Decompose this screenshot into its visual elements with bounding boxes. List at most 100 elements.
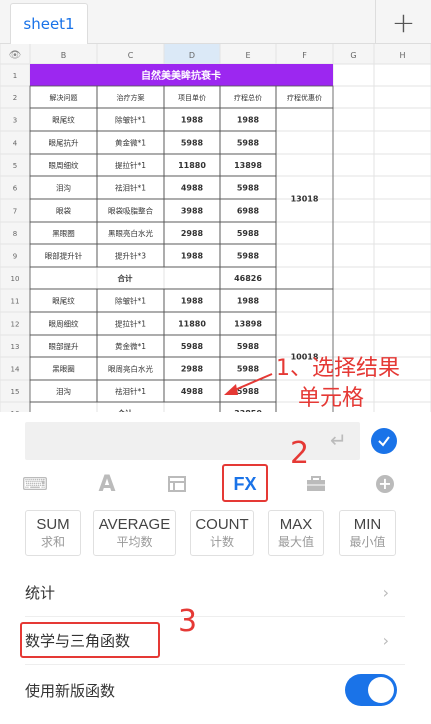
new-function-label: 使用新版函数: [25, 681, 116, 700]
quick-function-row: SUM 求和 AVERAGE 平均数 COUNT 计数 MAX 最大值 MIN …: [0, 510, 431, 558]
function-name: MIN: [353, 516, 382, 533]
function-desc: 平均数: [116, 535, 153, 549]
plus-icon[interactable]: +: [375, 0, 431, 44]
cell-text: 眼尾纹: [52, 115, 75, 125]
plus-circle-icon[interactable]: +: [373, 464, 397, 504]
total-value: 33850: [234, 409, 262, 412]
row-header-label: 7: [13, 208, 17, 216]
check-circle-icon[interactable]: [371, 428, 397, 454]
header-text: 解决问题: [50, 93, 78, 102]
column-header-label: E: [245, 51, 250, 60]
row-header-label: 11: [11, 298, 20, 306]
category-statistics[interactable]: 统计 ›: [0, 568, 431, 616]
annotation-step3: 3: [178, 604, 198, 639]
column-header-label: D: [189, 51, 195, 60]
cell-text: 除皱针*1: [115, 296, 146, 306]
cell-text: 5988: [237, 252, 260, 261]
cell-text: 3988: [181, 207, 204, 216]
cell-text: 眼周亮白水光: [108, 364, 153, 374]
row-header-label: 3: [13, 117, 17, 125]
cell-text: 眼袋吸脂整合: [108, 206, 153, 216]
row-header-label: 13: [11, 343, 20, 351]
cell-text: 5988: [237, 342, 260, 351]
eye-icon: 👁: [9, 50, 22, 61]
function-desc: 计数: [209, 535, 234, 549]
cell-text: 眼周细纹: [49, 319, 79, 329]
cell-text: 祛泪针*1: [115, 386, 146, 396]
cell-text: 11880: [178, 320, 206, 329]
column-header-label: F: [302, 51, 307, 60]
row-header-label: 2: [13, 94, 17, 102]
cell-text: 13898: [234, 161, 262, 170]
column-header-label: C: [128, 51, 134, 60]
cell-text: 眼袋: [56, 206, 71, 216]
cell-text: 5988: [181, 342, 204, 351]
briefcase-icon[interactable]: [303, 464, 329, 504]
cell-text: 提升针*3: [115, 251, 146, 261]
formula-input[interactable]: [25, 422, 360, 460]
cell-text: 眼周细纹: [49, 160, 79, 170]
tab-sheet1[interactable]: sheet1: [10, 3, 88, 44]
cell-text: 4988: [181, 387, 204, 396]
column-header-label: H: [399, 51, 405, 60]
annotation-math-box: [20, 622, 160, 658]
cell-text: 提拉针*1: [115, 319, 146, 329]
cell-text: 黑眼亮白水光: [108, 228, 153, 238]
cell-text: 13898: [234, 320, 262, 329]
cell-text: 黑眼圈: [52, 365, 75, 374]
function-toolbar: ⌨ A FX +: [0, 464, 431, 504]
header-text: 项目单价: [178, 93, 206, 102]
annotation-step1-line2: 单元格: [298, 386, 365, 411]
average-function-button[interactable]: AVERAGE 平均数: [93, 510, 176, 556]
count-function-button[interactable]: COUNT 计数: [190, 510, 254, 556]
cell-text: 黑眼圈: [52, 229, 75, 238]
function-name: AVERAGE: [98, 516, 171, 533]
function-desc: 求和: [40, 535, 65, 549]
cell-text: 5988: [237, 139, 260, 148]
cell-text: 泪沟: [56, 386, 71, 396]
keyboard-icon[interactable]: ⌨: [22, 464, 48, 504]
header-text: 疗程优惠价: [287, 93, 322, 102]
row-header-label: 12: [11, 321, 20, 329]
sum-function-button[interactable]: SUM 求和: [25, 510, 81, 556]
formula-bar: ↵: [0, 420, 431, 464]
header-text: 疗程总价: [234, 93, 262, 102]
total-label: 合计: [118, 408, 133, 412]
cell-text: 提拉针*1: [115, 160, 146, 170]
annotation-step1-line1: 1、选择结果: [276, 356, 400, 381]
category-label: 统计: [25, 583, 56, 602]
cell-text: 5988: [237, 229, 260, 238]
cell-text: 黄金微*1: [115, 138, 146, 148]
row-header-label: 10: [11, 275, 20, 283]
cell-text: 1988: [181, 252, 204, 261]
annotation-arrow-head: [224, 384, 238, 395]
cell-text: 黄金微*1: [115, 341, 146, 351]
row-header-label: 8: [13, 230, 17, 238]
cell-text: 眼部提升针: [45, 251, 83, 261]
new-function-setting: 使用新版函数: [0, 666, 431, 714]
cell-text: 2988: [181, 365, 204, 374]
cell-text: 祛泪针*1: [115, 183, 146, 193]
function-name: MAX: [279, 516, 313, 533]
column-header-label: G: [350, 51, 356, 60]
cell-text: 5988: [181, 139, 204, 148]
column-header-label: B: [61, 51, 67, 60]
max-function-button[interactable]: MAX 最大值: [268, 510, 324, 556]
function-desc: 最小值: [349, 535, 386, 549]
cell-text: 5988: [237, 184, 260, 193]
return-icon[interactable]: ↵: [330, 428, 347, 452]
function-name: COUNT: [195, 516, 249, 533]
chevron-right-icon: ›: [382, 582, 389, 602]
row-header-label: 15: [11, 388, 20, 396]
min-function-button[interactable]: MIN 最小值: [339, 510, 396, 556]
row-header-label: 14: [11, 366, 20, 374]
new-function-toggle[interactable]: [345, 674, 397, 706]
cell-text: 眼尾纹: [52, 296, 75, 306]
cell-text: 泪沟: [56, 183, 71, 193]
cell-text: 眼尾抗升: [49, 138, 79, 148]
font-icon[interactable]: A: [94, 464, 120, 504]
divider: [25, 664, 405, 665]
table-icon[interactable]: [164, 464, 190, 504]
row-header-label: 5: [13, 162, 17, 170]
chevron-right-icon: ›: [382, 630, 389, 650]
